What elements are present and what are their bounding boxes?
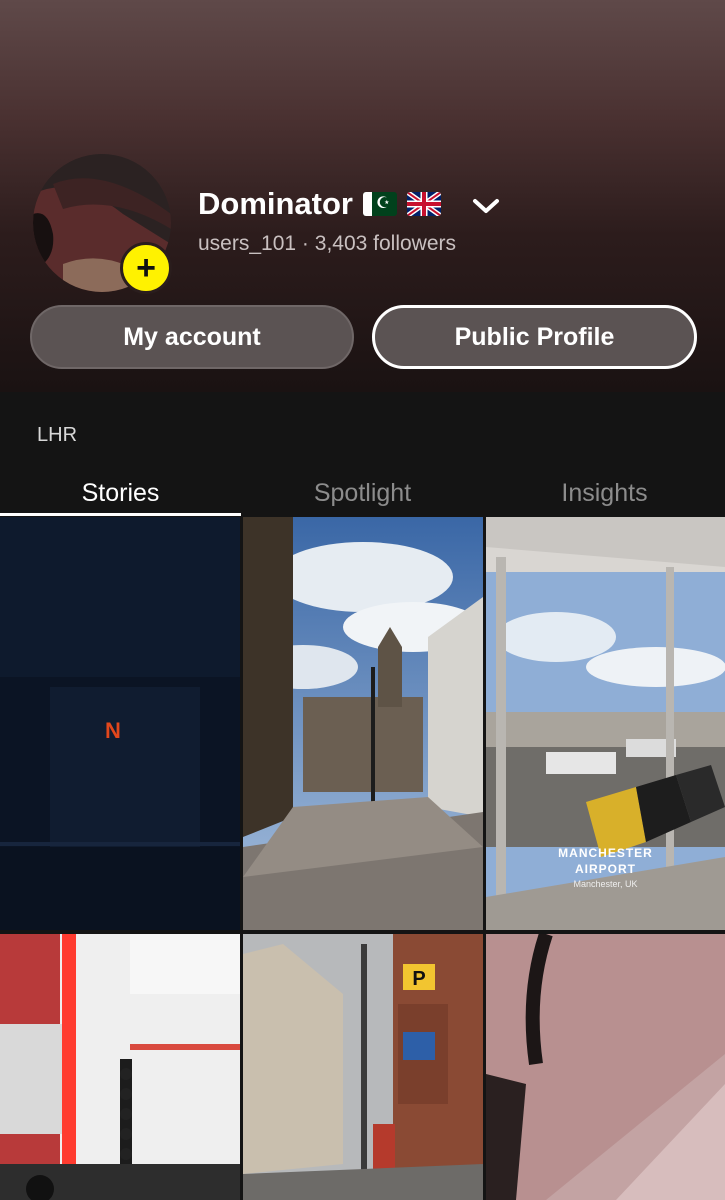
pakistan-flag-icon: ☪: [363, 192, 397, 216]
display-name-row[interactable]: Dominator ☪: [198, 186, 441, 222]
add-story-button[interactable]: +: [120, 242, 172, 294]
netflix-logo: N: [105, 718, 121, 743]
story-tile-parking-street[interactable]: P: [243, 934, 483, 1200]
airport-title-line1: MANCHESTER: [558, 846, 653, 860]
story-tile-close-up[interactable]: [486, 934, 725, 1200]
story-tile-airport-lounge[interactable]: MANCHESTER AIRPORT Manchester, UK: [486, 517, 725, 930]
uk-flag-icon: [407, 192, 441, 216]
story-tile-gym[interactable]: [0, 934, 240, 1200]
story-tile-city-street[interactable]: [243, 517, 483, 930]
location-label: LHR: [37, 424, 78, 446]
tab-insights[interactable]: Insights: [484, 470, 725, 518]
plus-icon: +: [136, 249, 156, 287]
username: users_101: [198, 232, 297, 255]
stories-grid: N MANCHESTER AIRPORT Manchester, UK P: [0, 517, 725, 1200]
followers-count[interactable]: 3,403 followers: [315, 232, 456, 255]
parking-sign: P: [412, 968, 425, 990]
my-account-button[interactable]: My account: [30, 305, 354, 369]
public-profile-button[interactable]: Public Profile: [372, 305, 697, 369]
profile-header: + Dominator ☪ users_101 · 3,403 follower…: [0, 0, 725, 392]
separator: ·: [301, 232, 309, 255]
story-tile-dark-room[interactable]: N: [0, 517, 240, 930]
profile-tabs: Stories Spotlight Insights: [0, 470, 725, 518]
airport-title-line2: AIRPORT: [575, 862, 636, 876]
profile-subline: users_101 · 3,403 followers: [198, 232, 456, 256]
airport-subtitle: Manchester, UK: [573, 879, 637, 889]
active-tab-indicator: [0, 513, 241, 516]
profile-screen: + Dominator ☪ users_101 · 3,403 follower…: [0, 0, 725, 1200]
chevron-down-icon[interactable]: [470, 190, 502, 222]
tab-spotlight[interactable]: Spotlight: [242, 470, 483, 518]
tab-stories[interactable]: Stories: [0, 470, 241, 518]
display-name: Dominator: [198, 186, 353, 221]
